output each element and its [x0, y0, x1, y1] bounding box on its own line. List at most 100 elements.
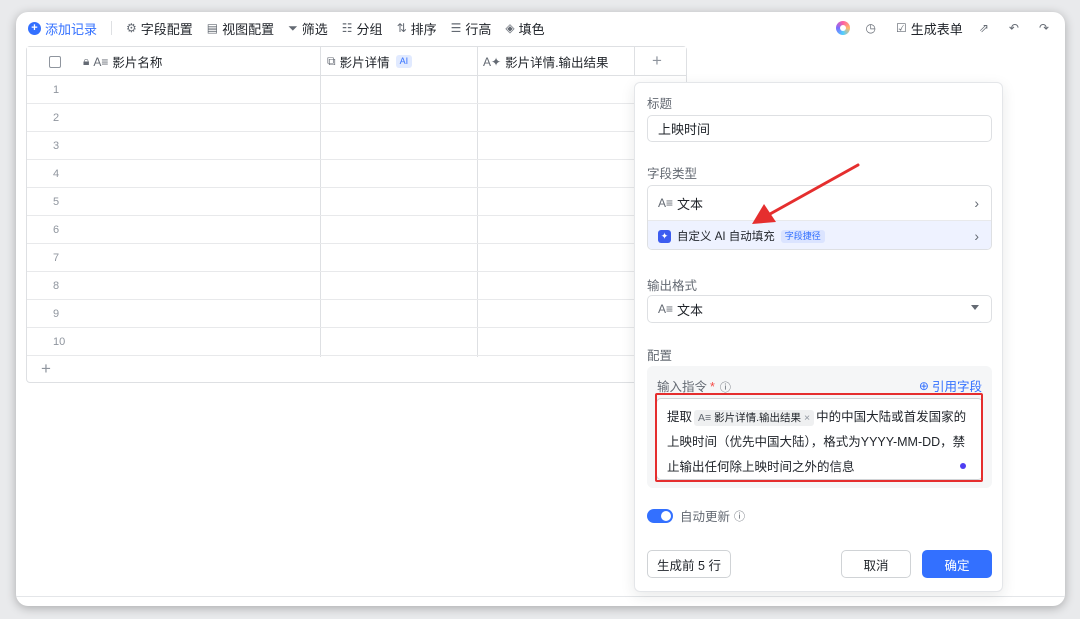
caret-down-icon	[971, 305, 979, 310]
lock-icon: 🔒︎	[83, 54, 90, 68]
table-row[interactable]: 8	[27, 272, 686, 300]
filter-button[interactable]: ⏷ 筛选	[288, 19, 328, 38]
row-number: 5	[53, 196, 60, 208]
row-number: 8	[53, 280, 60, 292]
confirm-button[interactable]: 确定	[922, 550, 992, 578]
ai-sparkle-icon: ✦	[658, 229, 671, 243]
prompt-label: 输入指令	[657, 380, 708, 394]
table-row[interactable]: 4	[27, 160, 686, 188]
table-row[interactable]: 3	[27, 132, 686, 160]
chevron-right-icon: ›	[974, 195, 979, 211]
redo-icon: ↷	[1038, 21, 1049, 35]
field-type-text-label: 文本	[677, 196, 704, 212]
sort-label: 排序	[410, 21, 437, 37]
field-config-button[interactable]: ⚙ 字段配置	[126, 19, 193, 38]
text-ai-field-icon: A✦	[483, 54, 502, 69]
view-config-button[interactable]: ▤ 视图配置	[207, 19, 274, 38]
title-input-value: 上映时间	[658, 122, 711, 137]
ai-assistant-button[interactable]	[835, 21, 850, 35]
toolbar-divider	[111, 21, 113, 35]
fill-color-button[interactable]: ◈ 填色	[505, 19, 544, 38]
bottom-divider	[16, 596, 1065, 597]
select-all-checkbox[interactable]	[49, 47, 61, 76]
field-type-ai-label: 自定义 AI 自动填充	[677, 231, 775, 243]
field-type-text-option[interactable]: A≡ 文本 ›	[648, 186, 991, 221]
row-number: 10	[53, 336, 66, 348]
field-config-label: 字段配置	[140, 21, 193, 37]
info-icon: ⓘ	[734, 510, 746, 523]
group-label: 分组	[356, 21, 383, 37]
reference-field-label: 引用字段	[931, 380, 982, 394]
table-row[interactable]: 10	[27, 328, 686, 356]
view-settings-icon: ▤	[206, 21, 219, 35]
required-mark: *	[710, 380, 715, 394]
output-format-label: 输出格式	[647, 279, 698, 293]
table-row[interactable]: 9	[27, 300, 686, 328]
column-header-name[interactable]: 🔒︎ A≡ 影片名称	[83, 47, 162, 76]
config-label: 配置	[647, 349, 673, 363]
reference-field-button[interactable]: ⊕ 引用字段	[919, 376, 982, 395]
row-number: 6	[53, 224, 60, 236]
column-header-output[interactable]: A✦ 影片详情.输出结果	[483, 47, 609, 76]
field-type-ai-option[interactable]: ✦ 自定义 AI 自动填充 字段捷径 ›	[648, 221, 991, 249]
data-grid: 🔒︎ A≡ 影片名称 ⧉ 影片详情 AI A✦ 影片详情.输出结果 + 1 2 3 4…	[26, 46, 687, 383]
group-button[interactable]: ☷ 分组	[342, 19, 383, 38]
row-height-label: 行高	[465, 21, 492, 37]
table-row[interactable]: 1	[27, 76, 686, 104]
gear-icon: ⚙	[126, 21, 137, 35]
redo-button[interactable]: ↷	[1039, 21, 1053, 35]
table-row[interactable]: 7	[27, 244, 686, 272]
paint-bucket-icon: ◈	[505, 21, 515, 35]
chevron-right-icon: ›	[974, 228, 979, 244]
filter-label: 筛选	[301, 21, 328, 37]
undo-button[interactable]: ↶	[1009, 21, 1023, 35]
row-number: 9	[53, 308, 60, 320]
column-label: 影片名称	[112, 56, 163, 70]
table-row[interactable]: 5	[27, 188, 686, 216]
remove-chip-icon[interactable]: ×	[804, 412, 810, 424]
add-record-button[interactable]: + 添加记录	[28, 19, 97, 38]
title-label: 标题	[647, 97, 673, 111]
toolbar-right: ◷ ☑ 生成表单 ⇗ ↶ ↷	[820, 12, 1053, 44]
generate-form-button[interactable]: ☑ 生成表单	[896, 19, 963, 38]
row-number: 2	[53, 112, 60, 124]
ai-ring-icon	[835, 21, 850, 35]
auto-update-toggle[interactable]	[647, 508, 673, 523]
prompt-input[interactable]: 提取 A≡ 影片详情.输出结果 × 中的中国大陆或首发国家的上映时间（优先中国大陆），…	[656, 398, 983, 480]
field-chip-label: 影片详情.输出结果	[714, 412, 801, 424]
row-number: 1	[53, 84, 60, 96]
title-input[interactable]: 上映时间	[647, 115, 992, 142]
share-button[interactable]: ⇗	[979, 21, 993, 35]
generate-form-label: 生成表单	[910, 21, 963, 37]
filter-icon: ⏷	[288, 20, 298, 35]
prompt-label-row: 输入指令 * ⓘ	[657, 376, 731, 395]
row-height-button[interactable]: ☰ 行高	[451, 19, 492, 38]
add-row-button[interactable]: +	[41, 359, 51, 379]
row-number: 3	[53, 140, 60, 152]
generate-preview-button[interactable]: 生成前 5 行	[647, 550, 731, 578]
field-reference-chip[interactable]: A≡ 影片详情.输出结果 ×	[694, 410, 815, 426]
form-check-icon: ☑	[896, 21, 907, 35]
text-field-icon: A≡	[698, 412, 715, 424]
add-record-label: 添加记录	[45, 21, 98, 37]
add-column-button[interactable]: +	[652, 51, 662, 71]
history-button[interactable]: ◷	[866, 21, 880, 35]
sort-button[interactable]: ⇅ 排序	[397, 19, 437, 38]
text-field-icon: A≡	[658, 196, 674, 210]
auto-update-row: 自动更新 ⓘ	[647, 506, 745, 525]
cancel-button[interactable]: 取消	[841, 550, 911, 578]
table-row[interactable]: 6	[27, 216, 686, 244]
field-type-selector: A≡ 文本 › ✦ 自定义 AI 自动填充 字段捷径 ›	[647, 185, 992, 250]
fill-color-label: 填色	[518, 21, 545, 37]
auto-update-label: 自动更新	[680, 510, 731, 524]
row-height-icon: ☰	[450, 21, 462, 35]
table-row[interactable]: 2	[27, 104, 686, 132]
column-header-detail[interactable]: ⧉ 影片详情 AI	[327, 47, 413, 76]
field-config-panel: 标题 上映时间 字段类型 A≡ 文本 › ✦ 自定义 AI 自动填充 字段捷径 …	[634, 82, 1003, 592]
ai-field-icon: ⧉	[327, 54, 336, 68]
output-format-select[interactable]: A≡ 文本	[647, 295, 992, 323]
history-clock-icon: ◷	[865, 21, 877, 35]
toolbar: + 添加记录 ⚙ 字段配置 ▤ 视图配置 ⏷ 筛选 ☷ 分组 ⇅ 排序 ☰ 行高	[16, 12, 1065, 44]
share-icon: ⇗	[978, 21, 989, 35]
plus-circle-icon: +	[28, 21, 41, 35]
